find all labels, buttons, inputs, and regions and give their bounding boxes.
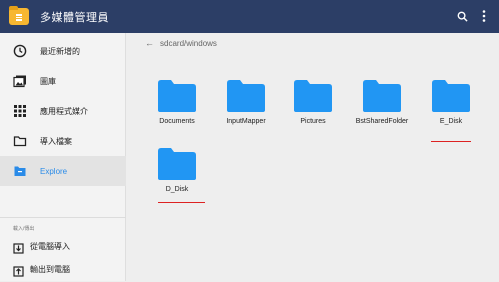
sidebar-section-label: 載入/傳出	[13, 226, 35, 232]
sidebar-item-import-files[interactable]: 導入檔案	[0, 126, 126, 156]
folder-item[interactable]: D_Disk	[147, 148, 207, 208]
folder-name: Documents	[159, 118, 195, 125]
breadcrumb-path: sdcard/windows	[160, 38, 217, 48]
annotation-underline	[431, 141, 471, 142]
folder-item[interactable]: Pictures	[283, 80, 343, 140]
sidebar-item-explore[interactable]: Explore	[0, 156, 126, 186]
sidebar-item-export-to-pc[interactable]: 輸出到電腦	[0, 260, 126, 278]
folder-name: D_Disk	[165, 186, 189, 193]
app-bar: 多媒體管理員	[0, 0, 499, 33]
sidebar-item-label: 最近新增的	[40, 46, 80, 56]
export-icon	[13, 264, 24, 277]
more-vert-icon[interactable]	[476, 8, 492, 24]
sidebar-item-gallery[interactable]: 圖庫	[0, 66, 126, 96]
sidebar-divider	[0, 217, 126, 218]
sidebar-item-import-from-pc[interactable]: 從電腦導入	[0, 237, 126, 255]
folder-item[interactable]: BstSharedFolder	[352, 80, 412, 140]
folder-icon	[158, 148, 196, 180]
folder-outline-icon	[13, 134, 27, 148]
search-icon[interactable]	[454, 8, 470, 24]
breadcrumb[interactable]: ← sdcard/windows	[145, 38, 217, 48]
file-browser: ← sdcard/windows Documents InputMapper P…	[127, 33, 499, 281]
explore-folder-icon	[13, 164, 27, 178]
sidebar-item-label: 從電腦導入	[30, 241, 70, 251]
sidebar-item-recent[interactable]: 最近新增的	[0, 36, 126, 66]
app-title: 多媒體管理員	[40, 12, 109, 24]
app-logo-icon	[9, 6, 29, 25]
sidebar-item-apps[interactable]: 應用程式媒介	[0, 96, 126, 126]
folder-item[interactable]: Documents	[147, 80, 207, 140]
folder-name: E_Disk	[439, 118, 463, 125]
folder-icon	[432, 80, 470, 112]
folder-name: BstSharedFolder	[355, 118, 409, 125]
folder-icon	[158, 80, 196, 112]
back-arrow-icon[interactable]: ←	[145, 38, 154, 48]
folder-item[interactable]: InputMapper	[216, 80, 276, 140]
sidebar-item-label: 導入檔案	[40, 136, 72, 146]
apps-grid-icon	[13, 104, 27, 118]
sidebar: 最近新增的 圖庫 應用程式媒介 導入檔案 Explore 載入/傳出 從電腦導入…	[0, 33, 126, 281]
sidebar-item-label: Explore	[40, 166, 68, 176]
gallery-icon	[13, 74, 27, 88]
sidebar-item-label: 應用程式媒介	[40, 106, 88, 116]
folder-icon	[227, 80, 265, 112]
folder-icon	[294, 80, 332, 112]
sidebar-item-label: 圖庫	[40, 76, 56, 86]
annotation-underline	[158, 202, 205, 203]
import-icon	[13, 241, 24, 254]
clock-icon	[13, 44, 27, 58]
sidebar-item-label: 輸出到電腦	[30, 264, 70, 274]
folder-name: Pictures	[300, 118, 326, 125]
folder-item[interactable]: E_Disk	[421, 80, 481, 140]
folder-icon	[363, 80, 401, 112]
